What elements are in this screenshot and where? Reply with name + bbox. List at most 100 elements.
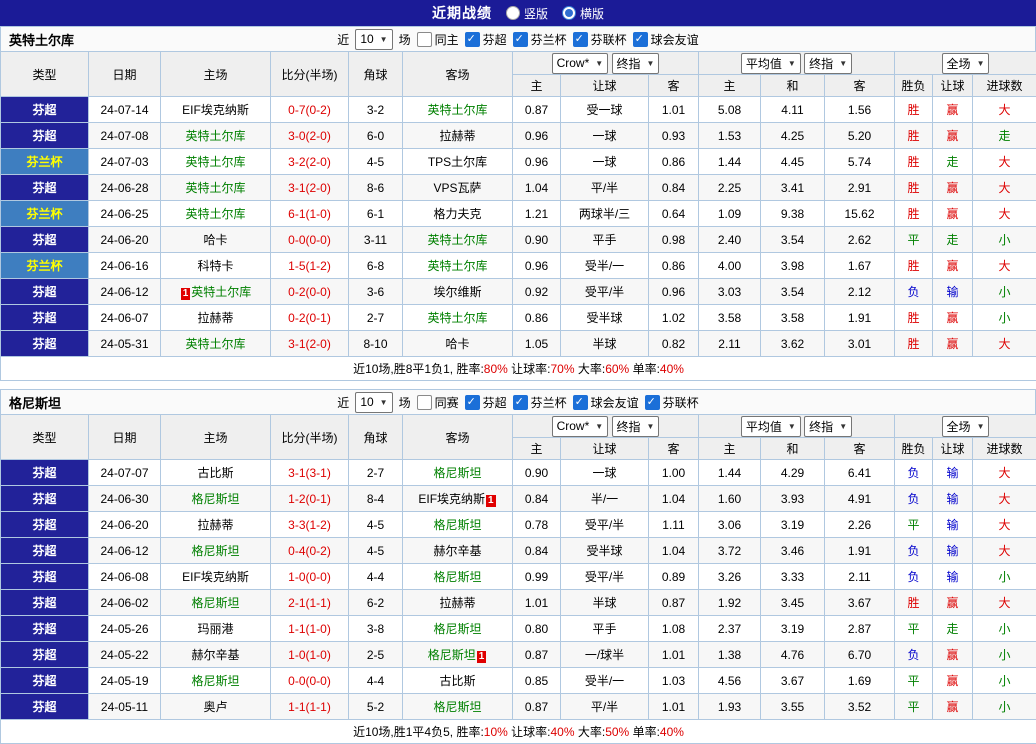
team-link[interactable]: 赫尔辛基 <box>433 544 481 558</box>
home-team-cell: 英特土尔库 <box>161 175 271 201</box>
ah-away-odds: 0.84 <box>649 175 699 201</box>
team-link[interactable]: 格力夫克 <box>433 207 481 221</box>
match-count-select[interactable]: 10▼ <box>355 392 392 413</box>
away-team-cell: 英特土尔库 <box>403 227 513 253</box>
checkbox-icon[interactable] <box>513 395 528 410</box>
fulltime-scope-select[interactable]: 全场▼ <box>942 416 990 437</box>
eu-draw-odds: 3.19 <box>761 512 825 538</box>
stats-summary: 近10场,胜1平4负5, 胜率:10% 让球率:40% 大率:50% 单率:40… <box>1 720 1036 744</box>
eu-draw-header: 和 <box>761 75 825 97</box>
result-goals-cell: 小 <box>973 616 1036 642</box>
eu-home-odds: 3.26 <box>699 564 761 590</box>
fulltime-scope-select[interactable]: 全场▼ <box>942 53 990 74</box>
handicap-final-select[interactable]: 终指▼ <box>612 416 660 437</box>
chevron-down-icon: ▼ <box>788 59 796 68</box>
team-link[interactable]: 英特土尔库 <box>185 337 245 351</box>
team-link[interactable]: TPS土尔库 <box>428 155 487 169</box>
team-name[interactable]: 格尼斯坦 <box>9 393 61 412</box>
team-link[interactable]: EIF埃克纳斯 <box>182 103 249 117</box>
match-rows: 芬超24-07-07古比斯3-1(3-1)2-7格尼斯坦0.90一球1.001.… <box>1 460 1036 720</box>
team-link[interactable]: 格尼斯坦 <box>433 518 481 532</box>
match-count-select[interactable]: 10▼ <box>355 29 392 50</box>
team-link[interactable]: 赫尔辛基 <box>191 648 239 662</box>
league-filter-0[interactable]: 芬超 <box>465 394 507 411</box>
col-away-header: 客场 <box>403 52 513 97</box>
team-link[interactable]: 拉赫蒂 <box>439 129 475 143</box>
handicap-final-select[interactable]: 终指▼ <box>612 53 660 74</box>
europe-avg-select[interactable]: 平均值▼ <box>741 416 801 437</box>
checkbox-icon[interactable] <box>513 32 528 47</box>
team-link[interactable]: 格尼斯坦 <box>433 570 481 584</box>
team-link[interactable]: 英特土尔库 <box>185 155 245 169</box>
europe-avg-select[interactable]: 平均值▼ <box>741 53 801 74</box>
radio-horizontal-layout[interactable]: 横版 <box>562 5 604 22</box>
team-name[interactable]: 英特土尔库 <box>9 30 74 49</box>
team-link[interactable]: 拉赫蒂 <box>197 311 233 325</box>
team-link[interactable]: 英特土尔库 <box>427 233 487 247</box>
league-filter-3[interactable]: 球会友谊 <box>633 31 699 48</box>
team-link[interactable]: 科特卡 <box>197 259 233 273</box>
league-filter-3[interactable]: 芬联杯 <box>645 394 699 411</box>
team-link[interactable]: 哈卡 <box>203 233 227 247</box>
same-filter[interactable]: 同主 <box>417 31 459 48</box>
checkbox-icon[interactable] <box>465 32 480 47</box>
league-filter-1[interactable]: 芬兰杯 <box>513 394 567 411</box>
team-link[interactable]: VPS瓦萨 <box>433 181 481 195</box>
team-link[interactable]: 英特土尔库 <box>185 181 245 195</box>
team-link[interactable]: 拉赫蒂 <box>197 518 233 532</box>
europe-final-select[interactable]: 终指▼ <box>804 53 852 74</box>
league-cell: 芬超 <box>1 331 89 357</box>
team-link[interactable]: 格尼斯坦 <box>191 596 239 610</box>
team-link[interactable]: 哈卡 <box>445 337 469 351</box>
ah-line: 两球半/三 <box>561 201 649 227</box>
europe-final-select[interactable]: 终指▼ <box>804 416 852 437</box>
bookmaker-select[interactable]: Crow*▼ <box>552 416 609 437</box>
same-filter[interactable]: 同赛 <box>417 394 459 411</box>
team-link[interactable]: EIF埃克纳斯 <box>418 492 485 506</box>
team-link[interactable]: 奥卢 <box>203 700 227 714</box>
checkbox-icon[interactable] <box>573 395 588 410</box>
team-link[interactable]: 拉赫蒂 <box>439 596 475 610</box>
checkbox-icon[interactable] <box>417 32 432 47</box>
team-link[interactable]: 格尼斯坦 <box>433 622 481 636</box>
team-link[interactable]: 格尼斯坦 <box>191 544 239 558</box>
team-link[interactable]: 英特土尔库 <box>185 207 245 221</box>
bookmaker-select[interactable]: Crow*▼ <box>552 53 609 74</box>
team-link[interactable]: 玛丽港 <box>197 622 233 636</box>
date-cell: 24-05-22 <box>89 642 161 668</box>
checkbox-icon[interactable] <box>633 32 648 47</box>
ah-home-odds: 0.96 <box>513 253 561 279</box>
league-filter-0[interactable]: 芬超 <box>465 31 507 48</box>
team-link[interactable]: 英特土尔库 <box>427 103 487 117</box>
checkbox-icon[interactable] <box>417 395 432 410</box>
team-link[interactable]: 英特土尔库 <box>427 311 487 325</box>
chevron-down-icon: ▼ <box>380 35 388 44</box>
league-filter-2[interactable]: 芬联杯 <box>573 31 627 48</box>
team-link[interactable]: 格尼斯坦 <box>433 700 481 714</box>
team-link[interactable]: 格尼斯坦 <box>428 648 476 662</box>
team-link[interactable]: 格尼斯坦 <box>191 492 239 506</box>
team-link[interactable]: 埃尔维斯 <box>433 285 481 299</box>
recent-results-table: 类型 日期 主场 比分(半场) 角球 客场 Crow*▼ 终指▼ 平均值▼ 终指… <box>0 414 1036 744</box>
team-link[interactable]: 英特土尔库 <box>427 259 487 273</box>
checkbox-icon[interactable] <box>465 395 480 410</box>
team-link[interactable]: 古比斯 <box>197 466 233 480</box>
eu-draw-odds: 3.98 <box>761 253 825 279</box>
team-link[interactable]: 格尼斯坦 <box>191 674 239 688</box>
eu-away-odds: 3.67 <box>825 590 895 616</box>
league-filter-1[interactable]: 芬兰杯 <box>513 31 567 48</box>
checkbox-icon[interactable] <box>645 395 660 410</box>
checkbox-icon[interactable] <box>573 32 588 47</box>
ah-home-odds: 0.90 <box>513 460 561 486</box>
team-link[interactable]: EIF埃克纳斯 <box>182 570 249 584</box>
result-wl-cell: 平 <box>895 512 933 538</box>
score-cell: 2-1(1-1) <box>271 590 349 616</box>
radio-vertical-layout[interactable]: 竖版 <box>506 5 548 22</box>
team-link[interactable]: 格尼斯坦 <box>433 466 481 480</box>
team-link[interactable]: 英特土尔库 <box>191 285 251 299</box>
team-link[interactable]: 古比斯 <box>439 674 475 688</box>
eu-away-odds: 1.91 <box>825 538 895 564</box>
league-filter-2[interactable]: 球会友谊 <box>573 394 639 411</box>
team-link[interactable]: 英特土尔库 <box>185 129 245 143</box>
result-handicap-cell: 输 <box>933 538 973 564</box>
